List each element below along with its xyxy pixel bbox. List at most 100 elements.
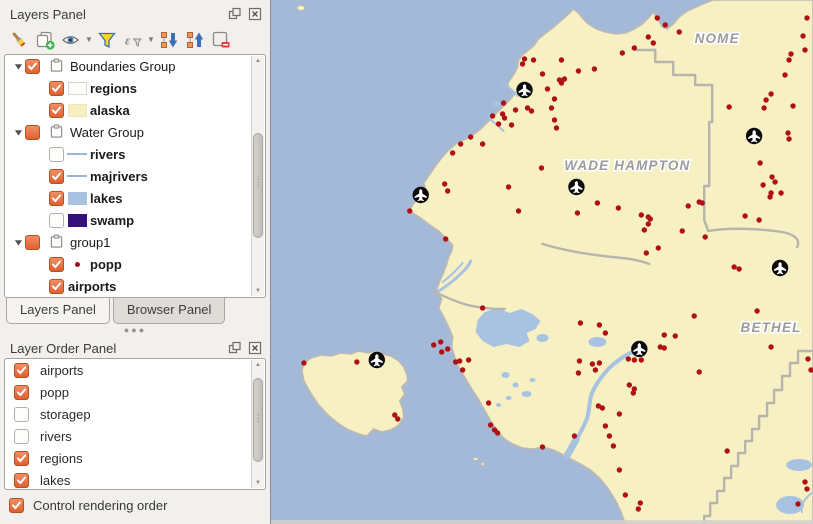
order-item-label: popp: [40, 385, 69, 400]
add-group-icon: [34, 29, 56, 51]
layer-visibility-checkbox[interactable]: [49, 169, 64, 184]
popp-point: [802, 47, 807, 52]
close-order-panel-button[interactable]: [247, 341, 262, 356]
layer-visibility-checkbox[interactable]: [49, 279, 64, 294]
group-label: group1: [70, 235, 110, 250]
group-label: Boundaries Group: [70, 59, 176, 74]
layer-order-scrollbar[interactable]: ▲ ⋮ ▼: [251, 360, 264, 488]
airport-marker: [369, 352, 385, 368]
order-item-label: lakes: [40, 473, 70, 488]
group-visibility-checkbox[interactable]: [25, 125, 40, 140]
layer-visibility-checkbox[interactable]: [49, 257, 64, 272]
layer-tree-item[interactable]: alaska: [5, 99, 265, 121]
layer-order-title: Layer Order Panel: [10, 341, 222, 356]
popp-point: [506, 184, 511, 189]
layer-order-list: airports popp storageprivers regions lakes ▲…: [4, 358, 266, 490]
layer-order-item[interactable]: regions: [5, 447, 265, 469]
layer-tree-item[interactable]: airports: [5, 275, 265, 297]
order-visibility-checkbox[interactable]: [14, 407, 29, 422]
popp-point: [724, 448, 729, 453]
scroll-down-arrow[interactable]: ▼: [252, 480, 264, 486]
add-group-button[interactable]: [32, 28, 58, 52]
group-visibility-checkbox[interactable]: [25, 59, 40, 74]
popp-point: [756, 217, 761, 222]
expander-icon[interactable]: [11, 128, 25, 137]
popp-point: [490, 113, 495, 118]
popp-point: [805, 356, 810, 361]
dock-tab-browser-panel[interactable]: Browser Panel: [113, 298, 226, 324]
layer-tree-group-row[interactable]: group1: [5, 231, 265, 253]
popp-point: [697, 369, 702, 374]
scroll-up-arrow[interactable]: ▲: [252, 58, 264, 64]
close-panel-button[interactable]: [247, 7, 262, 22]
layer-order-item[interactable]: popp: [5, 381, 265, 403]
filter-by-expression-button[interactable]: ε: [120, 28, 146, 52]
layer-visibility-checkbox[interactable]: [49, 103, 64, 118]
map-canvas[interactable]: NOMEWADE HAMPTONBETHEL: [270, 0, 813, 524]
manage-map-themes-button[interactable]: [58, 28, 84, 52]
layer-order-item[interactable]: rivers: [5, 425, 265, 447]
layer-tree-item[interactable]: lakes: [5, 187, 265, 209]
themes-dropdown-caret[interactable]: ▼: [84, 35, 94, 44]
layer-tree-item[interactable]: swamp: [5, 209, 265, 231]
layer-label: majrivers: [90, 169, 148, 184]
group-visibility-checkbox[interactable]: [25, 235, 40, 250]
expression-dropdown-caret[interactable]: ▼: [146, 35, 156, 44]
collapse-all-button[interactable]: [182, 28, 208, 52]
control-rendering-order-checkbox[interactable]: [9, 498, 24, 513]
scrollbar-thumb[interactable]: ⋮: [253, 378, 263, 462]
layer-visibility-checkbox[interactable]: [49, 81, 64, 96]
check-icon: [51, 83, 62, 94]
filter-legend-button[interactable]: [94, 28, 120, 52]
layer-visibility-checkbox[interactable]: [49, 213, 64, 228]
lake: [506, 396, 512, 400]
scroll-up-arrow[interactable]: ▲: [252, 362, 264, 368]
lake: [522, 391, 532, 397]
order-visibility-checkbox[interactable]: [14, 385, 29, 400]
layer-order-item[interactable]: airports: [5, 359, 265, 381]
expander-icon[interactable]: [11, 62, 25, 71]
svg-text:ε: ε: [125, 32, 131, 47]
dock-splitter-handle[interactable]: ●●●: [0, 326, 270, 334]
dock-tab-layers-panel[interactable]: Layers Panel: [6, 298, 110, 324]
popp-point: [592, 66, 597, 71]
popp-point: [577, 358, 582, 363]
layer-tree-group-row[interactable]: Water Group: [5, 121, 265, 143]
layer-styling-button[interactable]: [6, 28, 32, 52]
popp-point: [703, 234, 708, 239]
expander-icon[interactable]: [11, 238, 25, 247]
popp-point: [795, 501, 800, 506]
check-icon: [51, 259, 62, 270]
popp-point: [785, 130, 790, 135]
order-visibility-checkbox[interactable]: [14, 473, 29, 488]
layer-tree-item[interactable]: rivers: [5, 143, 265, 165]
order-visibility-checkbox[interactable]: [14, 363, 29, 378]
popp-point: [646, 34, 651, 39]
scrollbar-thumb[interactable]: ⋮: [253, 133, 263, 239]
order-visibility-checkbox[interactable]: [14, 451, 29, 466]
remove-layer-group-button[interactable]: [208, 28, 234, 52]
order-item-label: airports: [40, 363, 83, 378]
popp-point: [593, 367, 598, 372]
layer-tree-group-row[interactable]: Boundaries Group: [5, 55, 265, 77]
layer-tree-scrollbar[interactable]: ▲ ⋮ ▼: [251, 56, 264, 296]
layer-order-item[interactable]: lakes: [5, 469, 265, 490]
layer-visibility-checkbox[interactable]: [49, 191, 64, 206]
popp-point: [636, 506, 641, 511]
layer-tree-item[interactable]: regions: [5, 77, 265, 99]
eye-icon: [60, 29, 82, 51]
popp-point: [656, 245, 661, 250]
popp-point: [439, 349, 444, 354]
layer-visibility-checkbox[interactable]: [49, 147, 64, 162]
order-item-label: regions: [40, 451, 83, 466]
layer-order-item[interactable]: storagep: [5, 403, 265, 425]
float-panel-button[interactable]: [227, 7, 242, 22]
layer-tree-item[interactable]: majrivers: [5, 165, 265, 187]
layer-tree-item[interactable]: popp: [5, 253, 265, 275]
float-order-panel-button[interactable]: [227, 341, 242, 356]
order-visibility-checkbox[interactable]: [14, 429, 29, 444]
popp-point: [632, 45, 637, 50]
expand-all-button[interactable]: [156, 28, 182, 52]
popp-point: [495, 430, 500, 435]
scroll-down-arrow[interactable]: ▼: [252, 288, 264, 294]
